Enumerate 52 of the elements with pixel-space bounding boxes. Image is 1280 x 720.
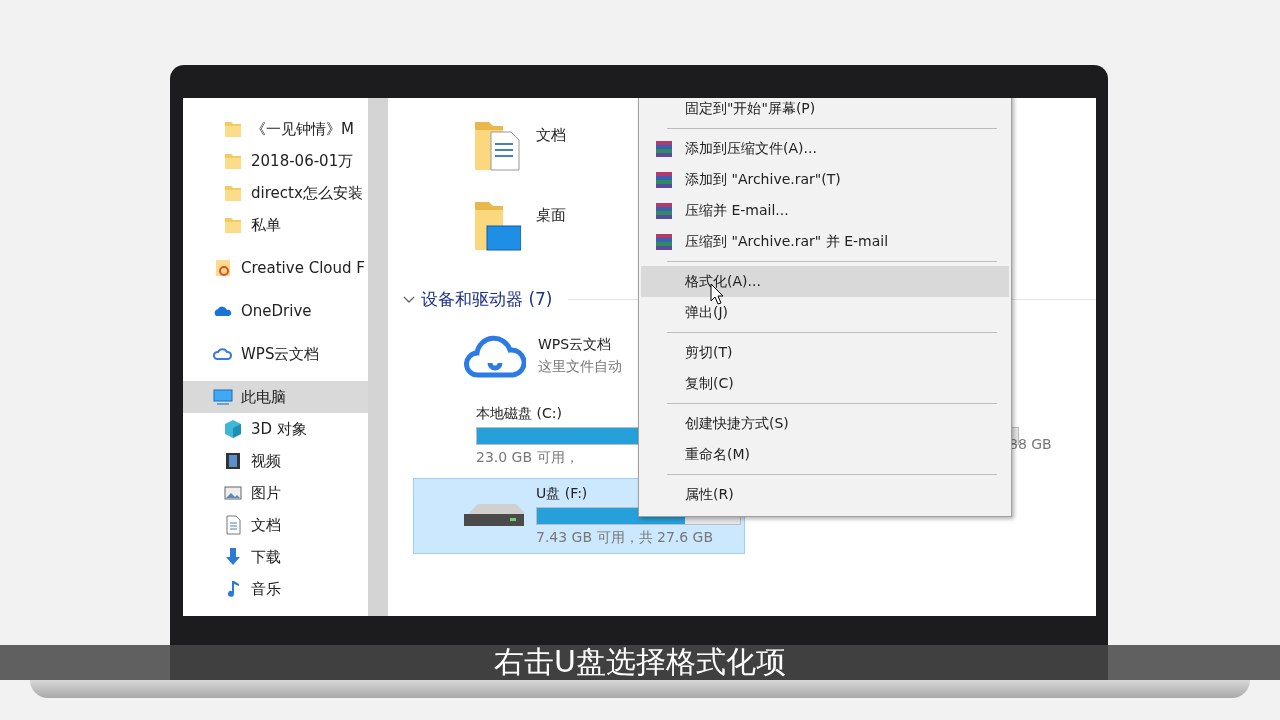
- sidebar-item[interactable]: 文档: [183, 509, 368, 541]
- sidebar-item[interactable]: 此电脑: [183, 381, 368, 413]
- folder-name: 桌面: [536, 206, 566, 225]
- books-stack-icon: [654, 138, 674, 159]
- sidebar-item[interactable]: WPS云文档: [183, 338, 368, 370]
- menu-item[interactable]: 添加到 "Archive.rar"(T): [641, 164, 1009, 195]
- folder-name: 文档: [536, 126, 566, 145]
- sidebar-item[interactable]: 私单: [183, 209, 368, 241]
- folder-icon: [223, 183, 243, 203]
- section-header[interactable]: 设备和驱动器 (7): [421, 287, 553, 311]
- books-stack-icon: [654, 200, 674, 221]
- cloud-icon: [464, 333, 526, 379]
- film-icon: [223, 451, 243, 471]
- menu-item[interactable]: 压缩并 E-mail...: [641, 195, 1009, 226]
- sidebar-item[interactable]: directx怎么安装: [183, 177, 368, 209]
- menu-item[interactable]: 添加到压缩文件(A)...: [641, 133, 1009, 164]
- sidebar-item[interactable]: Creative Cloud F: [183, 252, 368, 284]
- scrollbar[interactable]: [368, 98, 388, 616]
- cube-icon: [223, 419, 243, 439]
- drive-name: 本地磁盘 (C:): [476, 405, 562, 423]
- menu-item[interactable]: 固定到"开始"屏幕(P): [641, 98, 1009, 124]
- sidebar-item[interactable]: 下载: [183, 541, 368, 573]
- subtitle-text: 右击U盘选择格式化项: [494, 643, 786, 681]
- folder-icon: [223, 151, 243, 171]
- menu-item[interactable]: 弹出(J): [641, 297, 1009, 328]
- folder-icon: [213, 258, 233, 278]
- sidebar-item[interactable]: OneDrive: [183, 295, 368, 327]
- sidebar-item[interactable]: 图片: [183, 477, 368, 509]
- menu-item[interactable]: 压缩到 "Archive.rar" 并 E-mail: [641, 226, 1009, 257]
- menu-item[interactable]: 剪切(T): [641, 337, 1009, 368]
- drive-name: U盘 (F:): [536, 485, 588, 503]
- download-icon: [223, 547, 243, 567]
- drive-icon: [464, 504, 524, 528]
- books-stack-icon: [654, 169, 674, 190]
- sidebar-item[interactable]: 2018-06-01万: [183, 145, 368, 177]
- picture-icon: [223, 483, 243, 503]
- monitor-icon: [213, 387, 233, 407]
- folder-icon: [223, 119, 243, 139]
- drive-name: WPS云文档: [538, 336, 612, 354]
- menu-item[interactable]: 复制(C): [641, 368, 1009, 399]
- menu-item[interactable]: 重命名(M): [641, 439, 1009, 470]
- sidebar-item[interactable]: 3D 对象: [183, 413, 368, 445]
- document-icon: [223, 515, 243, 535]
- drive-description: 这里文件自动: [538, 358, 622, 376]
- drive-space: 7.43 GB 可用，共 27.6 GB: [536, 529, 714, 547]
- sidebar-item[interactable]: 音乐: [183, 573, 368, 605]
- folder-icon: [223, 215, 243, 235]
- books-stack-icon: [654, 231, 674, 252]
- drive-space: 23.0 GB 可用，: [476, 449, 579, 467]
- sidebar-item[interactable]: 视频: [183, 445, 368, 477]
- menu-item[interactable]: 创建快捷方式(S): [641, 408, 1009, 439]
- sidebar-item[interactable]: 《一见钟情》M: [183, 113, 368, 145]
